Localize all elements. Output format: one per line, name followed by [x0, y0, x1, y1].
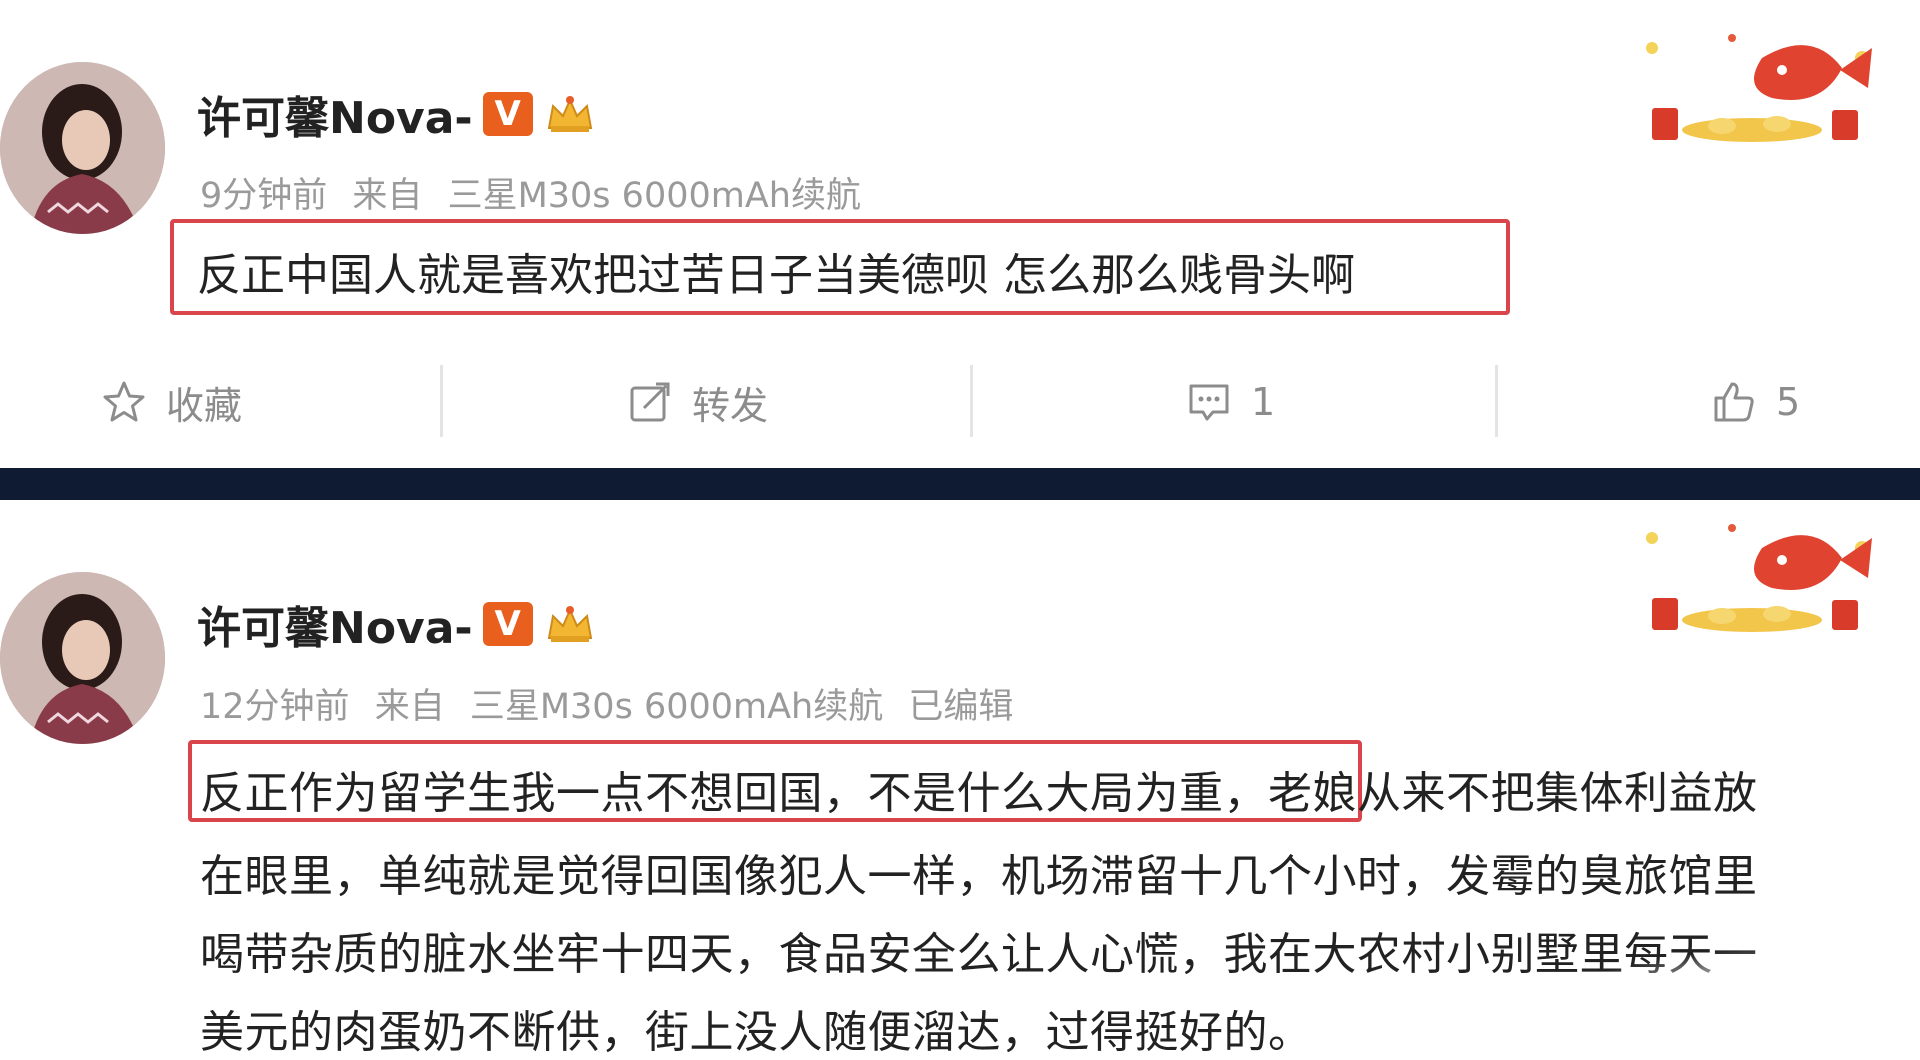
- action-separator: [970, 365, 973, 437]
- fortune-fish-decoration: [1646, 34, 1872, 142]
- verified-badge: V: [482, 602, 533, 646]
- user-header: 许可馨Nova- V: [197, 82, 597, 146]
- comment-icon: [1189, 384, 1229, 421]
- crown-icon: [547, 606, 592, 642]
- post-content: 反正中国人就是喜欢把过苦日子当美德呗 怎么那么贱骨头啊: [197, 250, 1355, 301]
- crown-icon: [547, 96, 592, 132]
- repost-icon: [630, 382, 670, 422]
- post-content-line: 喝带杂质的脏水坐牢十四天，食品安全么让人心慌，我在大农村小别墅里每天一: [200, 929, 1758, 980]
- like-icon: [1714, 382, 1754, 422]
- username[interactable]: 许可馨Nova-: [197, 82, 473, 146]
- user-header: 许可馨Nova- V: [197, 592, 597, 656]
- repost-button[interactable]: 转发: [626, 356, 768, 448]
- comment-count: 1: [1251, 380, 1276, 424]
- source-prefix: 来自: [374, 687, 445, 727]
- post-source[interactable]: 三星M30s 6000mAh续航: [470, 687, 883, 727]
- post-source[interactable]: 三星M30s 6000mAh续航: [448, 176, 861, 216]
- avatar[interactable]: [0, 62, 165, 234]
- star-icon: [103, 381, 145, 422]
- post-divider: [0, 468, 1920, 500]
- post-content-line: 反正作为留学生我一点不想回国，不是什么大局为重，老娘从来不把集体利益放: [200, 768, 1758, 819]
- action-separator: [440, 365, 443, 437]
- fortune-fish-decoration: [1646, 524, 1872, 632]
- action-bar: 收藏 转发 1 5: [0, 356, 1920, 448]
- verified-badge: V: [482, 92, 533, 136]
- like-button[interactable]: 5: [1710, 356, 1800, 448]
- post-time: 9分钟前: [200, 176, 328, 216]
- like-count: 5: [1776, 380, 1801, 424]
- action-separator: [1495, 365, 1498, 437]
- avatar-image: [0, 572, 165, 744]
- post-meta: 9分钟前 来自 三星M30s 6000mAh续航: [200, 167, 875, 218]
- source-prefix: 来自: [352, 176, 423, 216]
- repost-label: 转发: [692, 383, 769, 428]
- favorite-label: 收藏: [166, 383, 243, 428]
- weibo-post: 许可馨Nova- V 9分钟前 来自 三星M30s 6000mAh续航 反正中国…: [0, 0, 1920, 468]
- comment-button[interactable]: 1: [1185, 356, 1275, 448]
- post-content-line: 美元的肉蛋奶不断供，街上没人随便溜达，过得挺好的。: [200, 1007, 1313, 1058]
- edited-label[interactable]: 已编辑: [908, 687, 1013, 727]
- watermark-overlay: [1560, 950, 1920, 1059]
- post-time: 12分钟前: [200, 687, 350, 727]
- post-meta: 12分钟前 来自 三星M30s 6000mAh续航 已编辑: [200, 678, 1027, 729]
- post-content-line: 在眼里，单纯就是觉得回国像犯人一样，机场滞留十几个小时，发霉的臭旅馆里: [200, 851, 1758, 902]
- avatar-image: [0, 62, 165, 234]
- favorite-button[interactable]: 收藏: [100, 356, 242, 448]
- username[interactable]: 许可馨Nova-: [197, 592, 473, 656]
- avatar[interactable]: [0, 572, 165, 744]
